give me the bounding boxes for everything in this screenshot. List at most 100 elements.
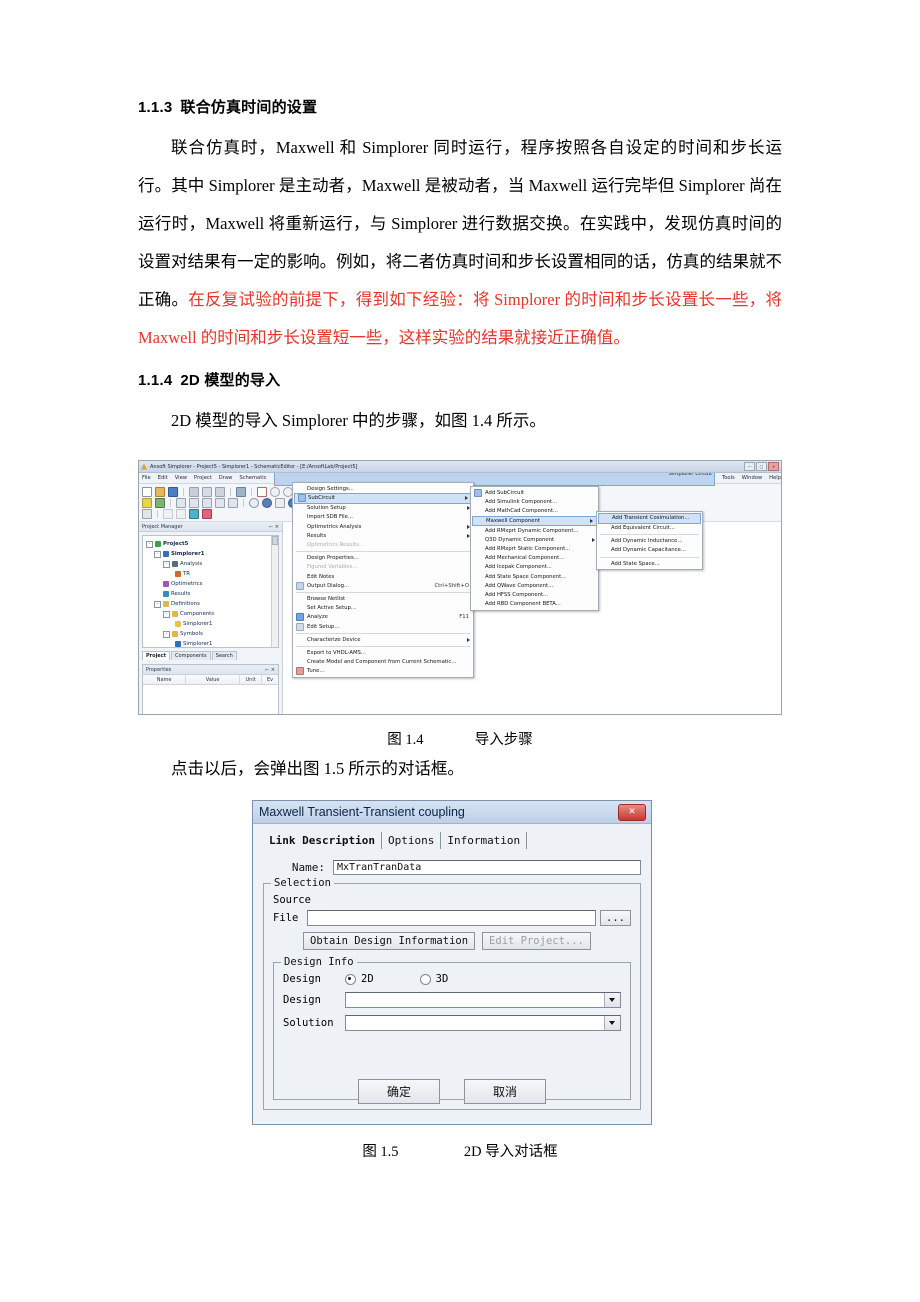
tree-scrollbar[interactable] [271, 536, 278, 647]
wizard-icon[interactable] [142, 497, 152, 508]
menu-design-settings[interactable]: Design Settings... [293, 484, 473, 493]
submenu-add-hfss-component[interactable]: Add HFSS Component... [471, 590, 598, 599]
wire-icon[interactable] [176, 497, 186, 508]
chevron-down-icon[interactable] [604, 993, 620, 1007]
submenu-add-icepak-component[interactable]: Add Icepak Component... [471, 563, 598, 572]
submenu-add-dynamic-inductance[interactable]: Add Dynamic Inductance... [597, 537, 702, 546]
delete-icon[interactable] [257, 486, 267, 497]
ok-button[interactable]: 确定 [358, 1079, 440, 1104]
menu-browse-netlist[interactable]: Browse Netlist [293, 594, 473, 603]
obtain-design-information-button[interactable]: Obtain Design Information [303, 932, 476, 950]
menu-item-window[interactable]: Window [742, 475, 762, 481]
menu-item-edit[interactable]: Edit [158, 475, 168, 481]
maximize-icon[interactable]: □ [756, 462, 767, 471]
cut-icon[interactable] [189, 486, 199, 497]
tab-project[interactable]: Project [142, 651, 171, 660]
scrollbar-thumb[interactable] [272, 536, 278, 545]
align-icon[interactable] [163, 508, 173, 519]
menu-results[interactable]: Results [293, 531, 473, 540]
minimize-icon[interactable]: — [744, 462, 755, 471]
submenu-add-equivalent-circuit[interactable]: Add Equivalent Circuit... [597, 524, 702, 533]
menu-characterize-device[interactable]: Characterize Device [293, 635, 473, 644]
port-icon[interactable] [202, 497, 212, 508]
line-icon[interactable] [275, 497, 285, 508]
print-icon[interactable] [236, 486, 246, 497]
menu-item-project[interactable]: Project [194, 475, 212, 481]
submenu-add-transient-cosimulation[interactable]: Add Transient Cosimulation... [598, 513, 701, 524]
tab-information[interactable]: Information [441, 832, 528, 849]
copy-icon[interactable] [202, 486, 212, 497]
chevron-down-icon[interactable] [604, 1016, 620, 1030]
menu-analyze[interactable]: Analyze F11 [293, 613, 473, 622]
submenu-add-rmxprt-static-component[interactable]: Add RMxprt Static Component... [471, 544, 598, 553]
label-icon[interactable] [228, 497, 238, 508]
design-select[interactable] [345, 992, 621, 1008]
submenu-add-state-space-component[interactable]: Add State Space Component... [471, 572, 598, 581]
submenu-add-rmxprt-dynamic-component[interactable]: Add RMxprt Dynamic Component... [471, 526, 598, 535]
menu-edit-setup[interactable]: Edit Setup... [293, 622, 473, 631]
submenu-add-qwave-component[interactable]: Add QWave Component... [471, 581, 598, 590]
radio-3d-icon[interactable] [419, 973, 431, 985]
undo-icon[interactable] [270, 486, 280, 497]
tree-item-results[interactable]: Results [145, 589, 276, 599]
tab-components[interactable]: Components [171, 651, 211, 660]
menu-item-help[interactable]: Help [769, 475, 781, 481]
menu-item-view[interactable]: View [175, 475, 187, 481]
save-icon[interactable] [168, 486, 178, 497]
menu-export-vhdl-ams[interactable]: Export to VHDL-AMS... [293, 648, 473, 657]
tab-link-description[interactable]: Link Description [263, 832, 382, 849]
panel-pin-close-icons[interactable]: ⌐ × [269, 524, 279, 530]
menu-set-active-setup[interactable]: Set Active Setup... [293, 604, 473, 613]
new-icon[interactable] [142, 486, 152, 497]
submenu-add-mathcad-component[interactable]: Add MathCad Component... [471, 506, 598, 515]
menu-item-schematic[interactable]: Schematic [239, 475, 266, 481]
file-input[interactable] [307, 910, 597, 926]
tree-item-symbols-simplorer1[interactable]: Simplorer1 [145, 639, 276, 647]
menu-item-draw[interactable]: Draw [219, 475, 233, 481]
cancel-button[interactable]: 取消 [464, 1079, 546, 1104]
panel-pin-close-icons[interactable]: ⌐ × [265, 667, 275, 673]
tree-item-definitions[interactable]: - Definitions [145, 599, 276, 609]
submenu-add-state-space[interactable]: Add State Space... [597, 559, 702, 568]
menu-import-sdb-file[interactable]: Import SDB File... [293, 513, 473, 522]
paste-icon[interactable] [215, 486, 225, 497]
validate-icon[interactable] [155, 497, 165, 508]
simulate-icon[interactable] [189, 508, 199, 519]
menu-tune[interactable]: Tune... [293, 667, 473, 676]
menu-edit-notes[interactable]: Edit Notes [293, 572, 473, 581]
arc-icon[interactable] [249, 497, 259, 508]
tree-item-optimetrics[interactable]: Optimetrics [145, 579, 276, 589]
tree-item-project5[interactable]: - Project5 [145, 539, 276, 549]
tree-item-simplorer1[interactable]: - Simplorer1 [145, 549, 276, 559]
menu-subcircuit[interactable]: SubCircuit [294, 493, 472, 504]
menu-item-tools[interactable]: Tools [722, 475, 735, 481]
menu-design-properties[interactable]: Design Properties... [293, 554, 473, 563]
tree-item-components[interactable]: - Components [145, 609, 276, 619]
ground-icon[interactable] [189, 497, 199, 508]
menu-output-dialog[interactable]: Output Dialog... Ctrl+Shift+O [293, 581, 473, 590]
radio-2d-icon[interactable] [345, 973, 356, 985]
probe-icon[interactable] [215, 497, 225, 508]
expand-toggle-icon[interactable]: - [154, 600, 161, 608]
browse-button[interactable]: ... [600, 910, 631, 926]
submenu-add-subcircuit[interactable]: Add SubCircuit [471, 488, 598, 497]
submenu-add-mechanical-component[interactable]: Add Mechanical Component... [471, 554, 598, 563]
radio-3d[interactable]: 3D [419, 973, 448, 985]
circle-icon[interactable] [262, 497, 272, 508]
distribute-icon[interactable] [176, 508, 186, 519]
expand-toggle-icon[interactable]: - [163, 630, 170, 638]
menu-create-model-component[interactable]: Create Model and Component from Current … [293, 658, 473, 667]
submenu-maxwell-component[interactable]: Maxwell Component [472, 515, 597, 527]
tree-item-symbols[interactable]: - Symbols [145, 629, 276, 639]
menu-optimetrics-analysis[interactable]: Optimetrics Analysis [293, 522, 473, 531]
submenu-q3d-dynamic-component[interactable]: Q3D Dynamic Component [471, 535, 598, 544]
tree-item-analysis[interactable]: - Analysis [145, 559, 276, 569]
report-icon[interactable] [202, 508, 212, 519]
name-input[interactable]: MxTranTranData [333, 860, 641, 875]
tree-item-components-simplorer1[interactable]: Simplorer1 [145, 619, 276, 629]
tab-options[interactable]: Options [382, 832, 442, 849]
submenu-add-simulink-component[interactable]: Add Simulink Component... [471, 497, 598, 506]
open-icon[interactable] [155, 486, 165, 497]
radio-2d[interactable]: 2D [345, 973, 374, 985]
expand-toggle-icon[interactable]: - [163, 560, 170, 568]
